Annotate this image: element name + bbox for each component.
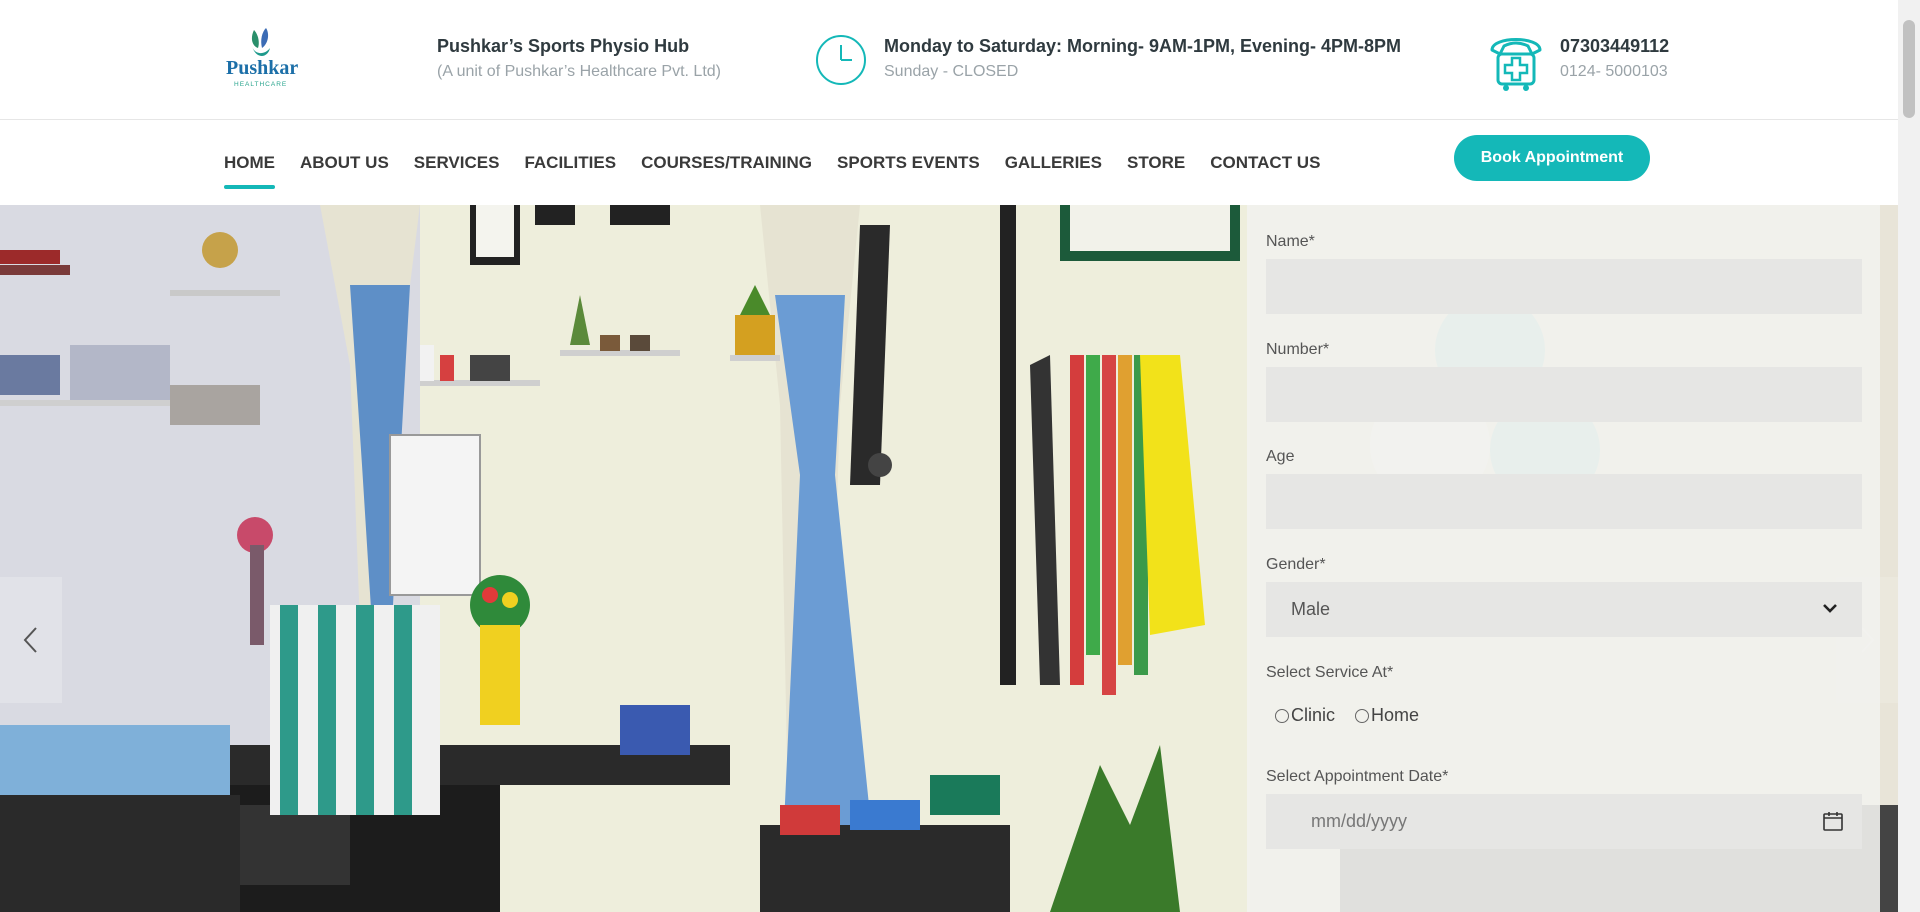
date-input[interactable]: mm/dd/yyyy [1266,794,1862,849]
nav-sports-events[interactable]: SPORTS EVENTS [837,121,980,205]
gender-label: Gender* [1266,556,1326,573]
nav-galleries[interactable]: GALLERIES [1005,121,1102,205]
home-radio-label[interactable]: Home [1371,705,1419,726]
opening-hours: Monday to Saturday: Morning- 9AM-1PM, Ev… [884,34,1401,84]
mobile-number[interactable]: 07303449112 [1560,34,1669,58]
name-label: Name* [1266,233,1315,250]
chevron-left-icon [23,627,37,653]
brand-info: Pushkar’s Sports Physio Hub (A unit of P… [437,34,721,84]
gender-selected-value: Male [1291,599,1331,619]
main-nav: HOME ABOUT US SERVICES FACILITIES COURSE… [224,121,1345,205]
date-label: Select Appointment Date* [1266,768,1449,785]
logo-subtext: HEALTHCARE [234,81,287,88]
nav-facilities[interactable]: FACILITIES [524,121,616,205]
brand-logo[interactable]: Pushkar HEALTHCARE [224,24,298,90]
sunday-hours: Sunday - CLOSED [884,63,1019,80]
calendar-icon[interactable] [1822,810,1844,832]
logo-icon: Pushkar HEALTHCARE [226,28,298,88]
weekday-hours: Monday to Saturday: Morning- 9AM-1PM, Ev… [884,36,1402,56]
number-input[interactable] [1266,367,1862,422]
clinic-radio[interactable] [1275,708,1289,723]
landline-number[interactable]: 0124- 5000103 [1560,60,1669,84]
main-navbar: HOME ABOUT US SERVICES FACILITIES COURSE… [0,121,1898,205]
slider-prev-button[interactable] [0,577,62,703]
nav-home[interactable]: HOME [224,121,275,205]
age-label: Age [1266,448,1295,465]
nav-services[interactable]: SERVICES [414,121,500,205]
date-placeholder: mm/dd/yyyy [1311,811,1408,831]
brand-subtitle: (A unit of Pushkar’s Healthcare Pvt. Ltd… [437,63,721,80]
nav-about-us[interactable]: ABOUT US [300,121,389,205]
age-input[interactable] [1266,474,1862,529]
page-scrollbar[interactable] [1898,0,1920,912]
gender-select[interactable]: Male [1266,582,1862,637]
contact-numbers: 07303449112 0124- 5000103 [1560,34,1669,84]
brand-name: Pushkar’s Sports Physio Hub [437,36,690,56]
chevron-down-icon [1823,604,1837,613]
medical-phone-icon [1484,28,1548,92]
top-info-bar: Pushkar HEALTHCARE Pushkar’s Sports Phys… [0,0,1898,120]
service-radio-group: Clinic Home [1275,705,1439,726]
book-appointment-button[interactable]: Book Appointment [1454,135,1650,181]
service-label: Select Service At* [1266,664,1394,681]
nav-store[interactable]: STORE [1127,121,1185,205]
nav-contact-us[interactable]: CONTACT US [1210,121,1320,205]
logo-wordmark: Pushkar [226,57,298,79]
name-input[interactable] [1266,259,1862,314]
scrollbar-thumb[interactable] [1903,20,1915,118]
number-label: Number* [1266,341,1330,358]
appointment-form: Name* Number* Age Gender* Male Select Se… [1247,205,1880,912]
home-radio[interactable] [1355,708,1370,723]
clinic-radio-label[interactable]: Clinic [1291,705,1335,726]
nav-courses-training[interactable]: COURSES/TRAINING [641,121,812,205]
clock-icon [814,33,868,87]
